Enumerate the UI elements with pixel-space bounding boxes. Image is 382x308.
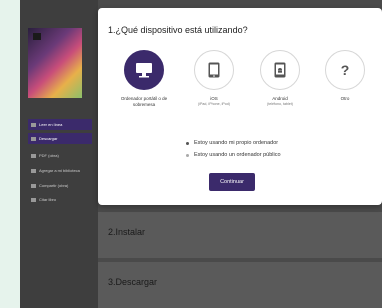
- continue-button[interactable]: Continuar: [209, 173, 255, 191]
- radio-dot-icon[interactable]: [186, 141, 189, 145]
- sidebar-item-label: Leer en línea: [39, 122, 63, 127]
- sidebar-item-label: Agregar a mi biblioteca: [39, 168, 80, 173]
- option-desktop-circle[interactable]: [124, 50, 164, 90]
- page-left-strip: [0, 0, 20, 308]
- option-desktop-label: Ordenador portátil o de sobremesa: [120, 96, 168, 108]
- modal-title: 1.¿Qué dispositivo está utilizando?: [108, 25, 248, 35]
- library-add-icon: [31, 168, 36, 173]
- pdf-icon: [31, 153, 36, 158]
- option-desktop[interactable]: Ordenador portátil o de sobremesa: [118, 50, 170, 108]
- option-other[interactable]: ? Otro: [319, 50, 371, 102]
- question-icon: ?: [340, 62, 350, 78]
- book-icon: [31, 122, 36, 127]
- option-ios-sub: (iPad, iPhone, iPod): [198, 102, 230, 107]
- sidebar-item-label: Descargar: [39, 136, 58, 141]
- option-android[interactable]: Android (teléfono, tablet): [254, 50, 306, 107]
- book-cover-image: [28, 28, 82, 98]
- android-device-icon: [274, 62, 286, 78]
- sidebar-item-label: Compartir (obra): [39, 183, 69, 188]
- radio-own-computer-label: Estoy usando mi propio ordenador: [194, 140, 279, 146]
- sidebar-item-pdf[interactable]: PDF (obra): [28, 150, 92, 161]
- radio-own-computer[interactable]: Estoy usando mi propio ordenador: [186, 140, 278, 146]
- download-icon: [31, 136, 36, 141]
- option-android-sub: (teléfono, tablet): [267, 102, 293, 107]
- sidebar-item-download[interactable]: Descargar: [28, 133, 92, 144]
- option-other-label: Otro: [340, 96, 350, 101]
- sidebar-item-read-online[interactable]: Leer en línea: [28, 119, 92, 130]
- option-android-circle[interactable]: [260, 50, 300, 90]
- publisher-logo: [33, 33, 41, 40]
- sidebar-item-add-library[interactable]: Agregar a mi biblioteca: [28, 165, 92, 176]
- download-section: 3.Descargar: [98, 262, 382, 308]
- sidebar-item-share[interactable]: Compartir (obra): [28, 180, 92, 191]
- monitor-icon: [136, 63, 152, 78]
- download-section-title: 3.Descargar: [108, 277, 158, 287]
- quote-icon: [31, 197, 36, 202]
- share-icon: [31, 183, 36, 188]
- device-selection-modal: 1.¿Qué dispositivo está utilizando? Orde…: [98, 8, 382, 205]
- sidebar-item-label: Citar libro: [39, 197, 57, 202]
- sidebar-item-cite[interactable]: Citar libro: [28, 194, 92, 205]
- radio-public-computer-label: Estoy usando un ordenador público: [194, 152, 281, 158]
- install-section-title: 2.Instalar: [108, 227, 146, 237]
- option-other-circle[interactable]: ?: [325, 50, 365, 90]
- install-section: 2.Instalar: [98, 212, 382, 258]
- radio-public-computer[interactable]: Estoy usando un ordenador público: [186, 152, 281, 158]
- sidebar-item-label: PDF (obra): [39, 153, 59, 158]
- option-ios-circle[interactable]: [194, 50, 234, 90]
- option-ios[interactable]: iOS (iPad, iPhone, iPod): [188, 50, 240, 107]
- ios-device-icon: [208, 62, 220, 78]
- radio-dot-icon[interactable]: [186, 153, 189, 157]
